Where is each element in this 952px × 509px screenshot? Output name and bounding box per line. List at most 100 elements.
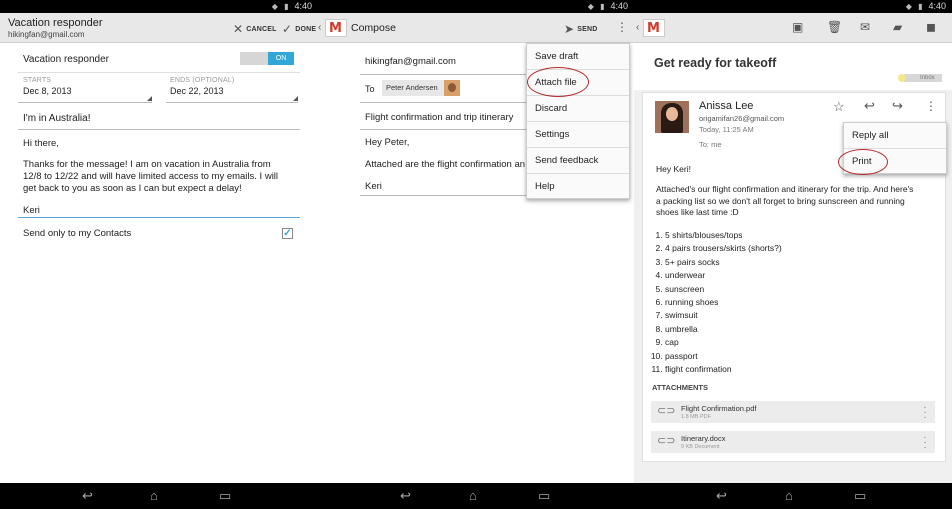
overflow-menu-icon[interactable]: ⋮	[616, 20, 628, 34]
ends-caption: ENDS (OPTIONAL)	[170, 77, 235, 84]
message-line: 12/8 to 12/22 and will have limited acce…	[23, 171, 279, 182]
nav-bar: ↩ ⌂ ▭	[634, 483, 952, 509]
start-date-value[interactable]: Dec 8, 2013	[23, 86, 72, 96]
nav-bar: ↩ ⌂ ▭	[318, 483, 634, 509]
divider	[360, 102, 540, 103]
status-time: 4:40	[610, 1, 628, 11]
dropdown-arrow-icon	[293, 96, 298, 101]
send-button[interactable]: ➤ SEND	[564, 22, 598, 36]
highlight-circle	[527, 67, 589, 97]
recents-icon[interactable]: ▭	[219, 489, 231, 503]
back-icon[interactable]: ↩	[400, 489, 411, 503]
attachment-size: 9 KB Document	[681, 444, 720, 450]
toggle-on-label: ON	[268, 52, 294, 65]
recents-icon[interactable]: ▭	[854, 489, 866, 503]
highlight-circle	[838, 149, 888, 175]
menu-item-help[interactable]: Help	[527, 174, 629, 200]
archive-icon[interactable]: ▣	[792, 20, 803, 34]
label-icon[interactable]: ◼	[926, 20, 936, 34]
attachment-menu-icon[interactable]: · · ·	[923, 403, 927, 423]
body-line: Hey Peter,	[365, 137, 410, 148]
message-date: Today, 11:25 AM	[699, 125, 754, 134]
message-underline	[18, 217, 300, 218]
forward-icon[interactable]: ↪	[892, 99, 903, 113]
list-item: swimsuit	[665, 309, 782, 322]
overflow-menu-icon[interactable]: ⋮	[925, 99, 937, 113]
compose-title: Compose	[351, 22, 396, 34]
action-bar: ‹ ▣ 🗑 ✉ ▰ ◼	[634, 13, 952, 43]
subject-underline	[18, 129, 300, 130]
list-item: umbrella	[665, 323, 782, 336]
status-time: 4:40	[294, 1, 312, 11]
signal-icons: ◆ ▮	[271, 2, 291, 11]
body-line: shoes like last time :D	[656, 207, 739, 217]
list-item: 4 pairs trousers/skirts (shorts?)	[665, 242, 782, 255]
inbox-label-badge[interactable]: Inbox	[898, 74, 942, 82]
divider	[360, 74, 540, 75]
up-chevron-icon[interactable]: ‹	[318, 21, 321, 35]
list-item: cap	[665, 336, 782, 349]
back-icon[interactable]: ↩	[716, 489, 727, 503]
recents-icon[interactable]: ▭	[538, 489, 550, 503]
attachment-item[interactable]: ⊂⊃ Itinerary.docx 9 KB Document · · ·	[651, 431, 935, 453]
vacation-toggle[interactable]: ON	[240, 52, 294, 65]
message-subject: Get ready for takeoff	[654, 56, 777, 70]
menu-item-settings[interactable]: Settings	[527, 122, 629, 148]
contacts-checkbox[interactable]: ✓	[282, 228, 293, 239]
menu-item-discard[interactable]: Discard	[527, 96, 629, 122]
recipients-summary[interactable]: To: me	[699, 140, 722, 149]
mail-icon[interactable]: ✉	[860, 20, 870, 34]
list-item: 5+ pairs socks	[665, 256, 782, 269]
body-line: Keri	[365, 181, 382, 192]
nav-bar: ↩ ⌂ ▭	[0, 483, 318, 509]
attachment-name: Flight Confirmation.pdf	[681, 404, 757, 413]
message-line: Thanks for the message! I am on vacation…	[23, 159, 271, 170]
close-icon: ✕	[233, 22, 244, 36]
cancel-button[interactable]: ✕ CANCEL	[233, 22, 277, 36]
recipient-avatar	[444, 80, 460, 96]
recipient-chip[interactable]: Peter Andersen	[382, 80, 460, 96]
list-item: running shoes	[665, 296, 782, 309]
sender-name[interactable]: Anissa Lee	[699, 100, 753, 112]
done-label: DONE	[295, 25, 317, 33]
body-line: a packing list so we don't all forget to…	[656, 195, 905, 206]
action-bar: Vacation responder hikingfan@gmail.com ✕…	[0, 13, 318, 43]
menu-item-save-draft[interactable]: Save draft	[527, 44, 629, 70]
subject-field[interactable]: I'm in Australia!	[23, 113, 91, 125]
menu-item-send-feedback[interactable]: Send feedback	[527, 148, 629, 174]
list-item: underwear	[665, 269, 782, 282]
home-icon[interactable]: ⌂	[469, 489, 477, 503]
gmail-logo-icon[interactable]	[325, 19, 347, 37]
signal-icons: ◆ ▮	[905, 2, 925, 11]
sender-email: origamifan26@gmail.com	[699, 114, 785, 123]
message-card: Anissa Lee origamifan26@gmail.com Today,…	[642, 92, 947, 462]
up-chevron-icon[interactable]: ‹	[636, 21, 639, 35]
sender-avatar[interactable]	[655, 101, 689, 133]
home-icon[interactable]: ⌂	[785, 489, 793, 503]
status-time: 4:40	[928, 1, 946, 11]
end-date-value[interactable]: Dec 22, 2013	[170, 86, 224, 96]
vacation-responder-label: Vacation responder	[23, 54, 109, 65]
delete-icon[interactable]: 🗑	[827, 20, 842, 34]
compose-panel: ◆ ▮4:40 ‹ Compose ➤SEND ⋮ hikingfan@gmai…	[318, 0, 634, 509]
from-field[interactable]: hikingfan@gmail.com	[365, 56, 456, 68]
folder-icon[interactable]: ▰	[893, 20, 902, 34]
status-bar: ◆ ▮ 4:40	[318, 0, 634, 13]
list-item: sunscreen	[665, 283, 782, 296]
star-icon[interactable]: ☆	[833, 100, 845, 114]
attachment-item[interactable]: ⊂⊃ Flight Confirmation.pdf 1.8 MB PDF · ·…	[651, 401, 935, 423]
done-button[interactable]: ✓ DONE	[282, 22, 316, 36]
attachment-menu-icon[interactable]: · · ·	[923, 433, 927, 453]
menu-item-reply-all[interactable]: Reply all	[844, 123, 946, 149]
list-item: flight confirmation	[665, 363, 782, 376]
greeting: Hey Keri!	[656, 164, 691, 174]
action-bar: ‹ Compose ➤SEND ⋮	[318, 13, 634, 43]
subject-field[interactable]: Flight confirmation and trip itinerary	[365, 112, 513, 124]
back-icon[interactable]: ↩	[82, 489, 93, 503]
gmail-logo-icon[interactable]	[643, 19, 665, 37]
body-line: Attached's our flight confirmation and i…	[656, 184, 914, 194]
reply-icon[interactable]: ↩	[864, 99, 875, 113]
checkmark-icon: ✓	[282, 22, 293, 36]
vacation-responder-panel: ◆ ▮ 4:40 Vacation responder hikingfan@gma…	[0, 0, 318, 509]
home-icon[interactable]: ⌂	[150, 489, 158, 503]
